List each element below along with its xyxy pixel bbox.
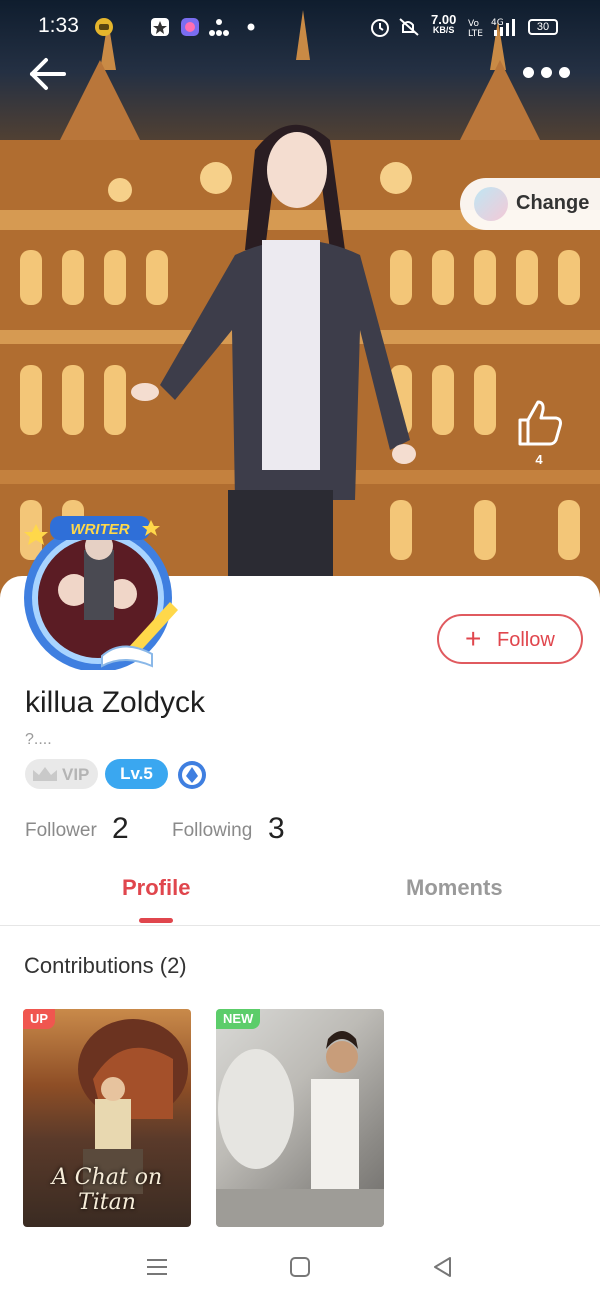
- status-time: 1:33: [38, 14, 79, 37]
- battery-icon: 30: [528, 19, 558, 35]
- vip-label: VIP: [62, 765, 90, 784]
- dot: [523, 67, 534, 78]
- book-tag-new: NEW: [216, 1009, 261, 1029]
- svg-text:Vo: Vo: [468, 19, 479, 29]
- book-cover[interactable]: UP A Chat on Titan: [23, 1009, 191, 1227]
- following-label[interactable]: Following: [172, 820, 252, 842]
- back-arrow-icon[interactable]: [26, 52, 70, 96]
- home-icon[interactable]: [285, 1252, 315, 1282]
- plus-icon: +: [465, 623, 482, 654]
- follow-label: Follow: [497, 629, 555, 651]
- chat-app-icon: [181, 18, 199, 36]
- character-thumbnail-icon: [474, 187, 508, 221]
- status-bar: 1:33 7.00 KB/S Vo LTE 4G 30: [0, 0, 600, 54]
- dot: [541, 67, 552, 78]
- level-badge[interactable]: Lv.5: [105, 759, 168, 789]
- like-button[interactable]: 4: [510, 398, 568, 470]
- follow-button[interactable]: + Follow: [437, 614, 583, 664]
- svg-text:LTE: LTE: [468, 29, 483, 38]
- book-tag-up: UP: [23, 1009, 56, 1029]
- like-count: 4: [535, 452, 543, 467]
- dot-icon: [247, 23, 255, 31]
- thumbs-up-icon: [518, 400, 562, 446]
- silent-icon: [399, 18, 419, 36]
- speed-value: 7.00: [431, 12, 457, 27]
- network-speed: 7.00 KB/S: [431, 12, 457, 36]
- svg-text:4G: 4G: [491, 18, 504, 28]
- follower-count[interactable]: 2: [112, 812, 129, 846]
- bio: ?....: [25, 731, 52, 748]
- signal-4g-icon: 4G: [491, 18, 515, 36]
- avatar[interactable]: WRITER: [2, 510, 182, 670]
- more-dots-icon[interactable]: [520, 58, 570, 88]
- dot: [559, 67, 570, 78]
- vip-badge[interactable]: VIP: [25, 759, 98, 789]
- app-notification-icon: [95, 18, 113, 36]
- book-title: A Chat on Titan: [51, 1165, 163, 1215]
- username: killua Zoldyck: [25, 686, 206, 719]
- tab-moments[interactable]: Moments: [406, 875, 503, 901]
- crown-icon: [33, 767, 57, 781]
- writer-badge-text: WRITER: [70, 521, 129, 538]
- speed-unit: KB/S: [432, 25, 455, 35]
- back-triangle-icon[interactable]: [428, 1252, 458, 1282]
- active-tab-indicator: [139, 918, 173, 923]
- change-label: Change: [516, 192, 590, 214]
- contributions-title: Contributions (2): [24, 953, 187, 978]
- gem-badge-icon[interactable]: [177, 760, 207, 790]
- star-app-icon: [151, 18, 169, 36]
- system-nav-bar: [0, 1236, 600, 1300]
- divider: [0, 925, 600, 926]
- network-icon: [209, 19, 229, 36]
- following-count[interactable]: 3: [268, 812, 285, 846]
- menu-icon[interactable]: [142, 1252, 172, 1282]
- alarm-icon: [371, 19, 389, 37]
- book-cover-art: [216, 1031, 384, 1227]
- tab-profile[interactable]: Profile: [122, 875, 190, 901]
- volte-icon: VoLTE: [468, 19, 483, 38]
- change-background-button[interactable]: Change: [460, 178, 600, 230]
- book-cover[interactable]: NEW: [216, 1009, 384, 1227]
- follower-label[interactable]: Follower: [25, 820, 97, 842]
